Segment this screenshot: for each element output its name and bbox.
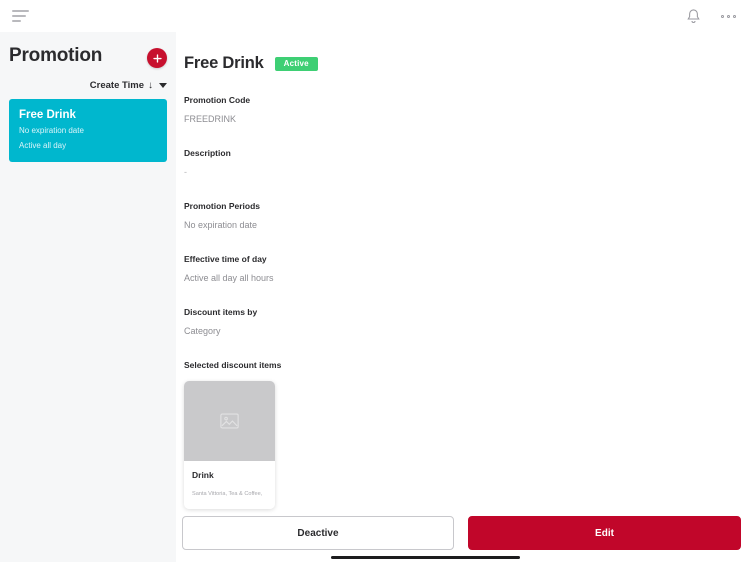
deactivate-button[interactable]: Deactive bbox=[182, 516, 454, 550]
field-promotion-code: Promotion Code FREEDRINK bbox=[184, 94, 726, 126]
field-value: Category bbox=[184, 326, 221, 336]
add-promotion-button[interactable] bbox=[147, 48, 167, 68]
promotion-expiration: No expiration date bbox=[19, 126, 84, 135]
chevron-down-icon bbox=[159, 83, 167, 88]
plus-icon bbox=[152, 53, 162, 63]
item-thumbnail bbox=[184, 381, 275, 461]
image-placeholder-icon bbox=[220, 413, 239, 429]
hamburger-line bbox=[12, 20, 21, 22]
item-name: Drink bbox=[192, 470, 214, 480]
field-value: FREEDRINK bbox=[184, 114, 237, 124]
field-effective-time: Effective time of day Active all day all… bbox=[184, 253, 726, 285]
field-promotion-periods: Promotion Periods No expiration date bbox=[184, 200, 726, 232]
item-body: Drink Santa Vittoria, Tea & Coffee, bbox=[184, 461, 275, 509]
discount-item-card[interactable]: Drink Santa Vittoria, Tea & Coffee, bbox=[184, 381, 275, 509]
app-root: Promotion Create Time ↓ Free Drink No ex… bbox=[0, 0, 750, 562]
sort-label: Create Time bbox=[89, 80, 144, 91]
field-label: Effective time of day bbox=[184, 254, 267, 264]
top-bar-actions bbox=[686, 8, 736, 25]
edit-button[interactable]: Edit bbox=[468, 516, 741, 550]
hamburger-line bbox=[12, 10, 29, 12]
field-label: Discount items by bbox=[184, 307, 258, 317]
selected-items-list: Drink Santa Vittoria, Tea & Coffee, bbox=[184, 381, 726, 509]
status-badge: Active bbox=[274, 56, 318, 71]
detail-title: Free Drink bbox=[184, 54, 264, 72]
sidebar-header: Promotion bbox=[9, 32, 167, 68]
field-discount-items-by: Discount items by Category bbox=[184, 306, 726, 338]
bell-icon[interactable] bbox=[686, 8, 701, 25]
page-title: Promotion bbox=[9, 45, 103, 66]
hamburger-line bbox=[12, 15, 26, 17]
field-selected-discount-items: Selected discount items Drink Santa Vitt… bbox=[184, 359, 726, 509]
field-value: - bbox=[184, 167, 187, 177]
more-options-icon[interactable] bbox=[721, 14, 736, 18]
promotion-activity: Active all day bbox=[19, 141, 67, 150]
promotion-sidebar: Promotion Create Time ↓ Free Drink No ex… bbox=[0, 32, 176, 562]
top-navigation-bar bbox=[0, 0, 750, 32]
field-description: Description - bbox=[184, 147, 726, 179]
field-label: Promotion Code bbox=[184, 95, 251, 105]
promotion-detail-panel: Free Drink Active Promotion Code FREEDRI… bbox=[176, 32, 750, 562]
detail-header: Free Drink Active bbox=[184, 54, 726, 73]
sort-control[interactable]: Create Time ↓ bbox=[9, 80, 167, 91]
field-label: Promotion Periods bbox=[184, 201, 261, 211]
dot bbox=[721, 14, 724, 18]
field-label: Description bbox=[184, 148, 231, 158]
action-bar: Deactive Edit bbox=[176, 516, 750, 562]
hamburger-menu-icon[interactable] bbox=[12, 10, 32, 22]
sort-direction-icon: ↓ bbox=[148, 79, 153, 91]
item-description: Santa Vittoria, Tea & Coffee, bbox=[192, 491, 263, 497]
promotion-list-item[interactable]: Free Drink No expiration date Active all… bbox=[9, 99, 167, 162]
field-value: No expiration date bbox=[184, 220, 258, 230]
field-label: Selected discount items bbox=[184, 360, 282, 370]
promotion-name: Free Drink bbox=[19, 109, 76, 121]
dot bbox=[733, 14, 736, 18]
main-body: Promotion Create Time ↓ Free Drink No ex… bbox=[0, 32, 750, 562]
field-value: Active all day all hours bbox=[184, 273, 274, 283]
dot bbox=[727, 14, 730, 18]
detail-content: Free Drink Active Promotion Code FREEDRI… bbox=[176, 32, 750, 516]
